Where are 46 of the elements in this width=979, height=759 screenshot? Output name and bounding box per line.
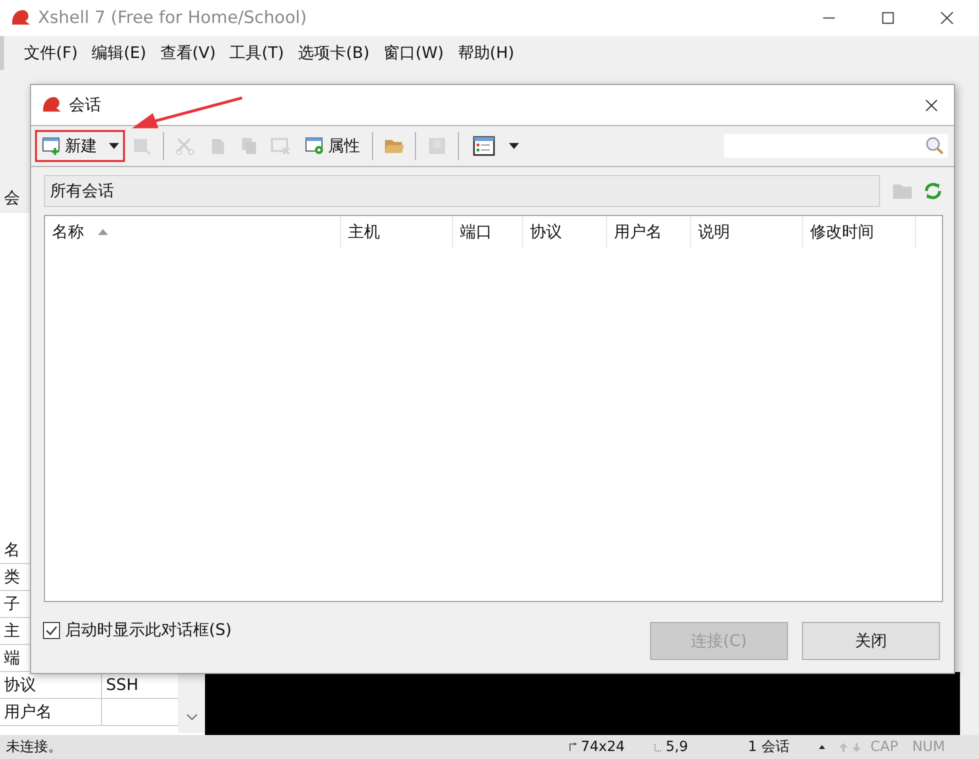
- terminal-area[interactable]: [205, 672, 960, 735]
- menu-item[interactable]: 工具(T): [230, 42, 284, 64]
- list-view-icon: [473, 136, 495, 156]
- column-header[interactable]: 名称: [45, 216, 341, 248]
- num-lock-indicator: NUM: [912, 739, 945, 755]
- column-header[interactable]: 端口: [453, 216, 523, 248]
- session-count: 1 会话: [748, 738, 790, 756]
- cursor-icon: [652, 742, 663, 752]
- maximize-icon[interactable]: [881, 11, 895, 25]
- cursor-position: 5,9: [666, 739, 688, 755]
- caret-icon: [109, 143, 119, 149]
- window-gear-icon: [304, 136, 326, 156]
- menu-item[interactable]: 查看(V): [160, 42, 216, 64]
- close-icon[interactable]: [925, 98, 938, 112]
- new-session-button[interactable]: 新建: [35, 130, 125, 162]
- folder-path: 所有会话: [44, 175, 880, 207]
- menu-item[interactable]: 窗口(W): [383, 42, 444, 64]
- search-icon[interactable]: [925, 136, 945, 156]
- up-down-arrows-icon: [838, 742, 862, 752]
- menu-item[interactable]: 编辑(E): [92, 42, 146, 64]
- window-title: Xshell 7 (Free for Home/School): [38, 8, 307, 28]
- refresh-icon[interactable]: [922, 180, 944, 202]
- property-name: 用户名: [0, 699, 102, 725]
- menu-item[interactable]: 帮助(H): [458, 42, 514, 64]
- dialog-title: 会话: [69, 94, 101, 116]
- property-value: SSH: [105, 674, 140, 696]
- close-icon[interactable]: [940, 11, 954, 25]
- column-header[interactable]: 主机: [341, 216, 453, 248]
- column-header[interactable]: 修改时间: [803, 216, 916, 248]
- caps-lock-indicator: CAP: [870, 739, 898, 755]
- column-header[interactable]: 说明: [691, 216, 803, 248]
- sidebar-tab[interactable]: 会: [0, 180, 28, 213]
- menu-item[interactable]: 选项卡(B): [298, 42, 370, 64]
- resize-icon: [568, 742, 578, 752]
- column-header[interactable]: 协议: [523, 216, 607, 248]
- menu-item[interactable]: 文件(F): [24, 42, 78, 64]
- properties-button[interactable]: 属性: [298, 130, 366, 162]
- column-header[interactable]: 用户名: [607, 216, 691, 248]
- search-field[interactable]: [724, 134, 948, 158]
- caret-icon: [509, 143, 519, 149]
- scroll-down-icon[interactable]: [186, 713, 198, 721]
- dialog-button[interactable]: 关闭: [802, 622, 940, 660]
- terminal-size: 74x24: [580, 739, 625, 755]
- session-list[interactable]: 名称 主机 端口 协议 用户名 说明 修改时间: [44, 215, 943, 602]
- status-message: 未连接。: [5, 738, 62, 756]
- startup-checkbox[interactable]: [43, 622, 60, 639]
